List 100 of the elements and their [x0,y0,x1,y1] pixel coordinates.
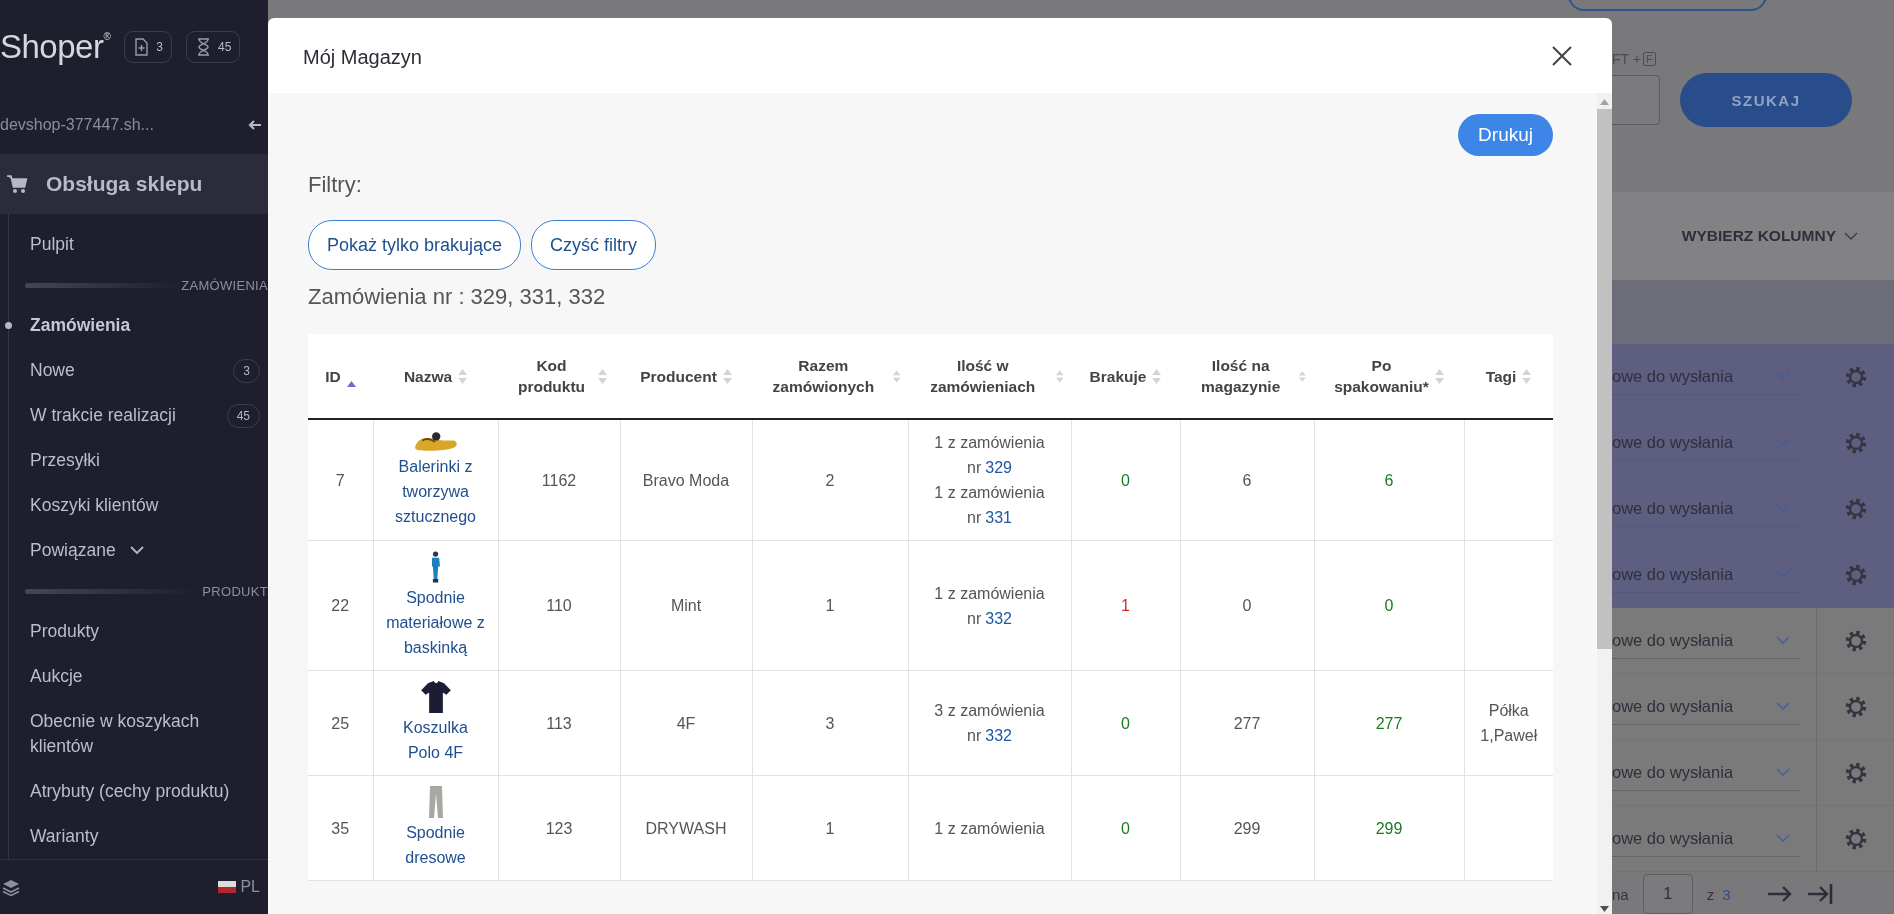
badge-count: 3 [156,40,163,55]
table-cell: Półka 1,Paweł [1464,670,1553,776]
order-quantity: 1 z zamówienia [933,483,1046,503]
menu-item[interactable]: Koszyki klientów [9,483,268,529]
table-cell: DRYWASH [620,775,752,881]
table-cell: 0 [1071,670,1180,776]
settings-icon[interactable] [1843,364,1868,389]
settings-icon[interactable] [1843,760,1868,785]
table-cell: 277 [1314,670,1464,776]
order-quantity: 1 z zamówienia [933,583,1046,604]
table-cell: 3 [752,670,908,776]
settings-icon[interactable] [1843,694,1868,719]
scrollbar-thumb[interactable] [1597,109,1612,649]
chevron-down-icon [1776,372,1790,381]
column-header[interactable]: ID [308,334,373,419]
counter-badge[interactable]: 3 [124,31,172,64]
settings-icon[interactable] [1843,496,1868,521]
chevron-down-icon [1776,438,1790,447]
order-link[interactable]: 331 [985,505,1012,530]
shop-address[interactable]: devshop-377447.sh... [0,115,154,134]
order-label: nr [967,508,982,528]
logo[interactable]: Shoper$^{®}$ [0,28,111,67]
menu-item[interactable]: Nowe 3 [9,348,268,394]
table-cell: 1 [1071,540,1180,671]
column-header[interactable]: Kod produktu [498,334,620,419]
order-label: nr [967,726,982,746]
settings-icon[interactable] [1843,562,1868,587]
table-cell: 299 [1314,775,1464,881]
badge-count: 45 [218,40,232,55]
filter-button[interactable]: Pokaż tylko brakujące [308,220,522,270]
print-button[interactable]: Drukuj [1458,114,1553,156]
column-header[interactable]: Brakuje [1071,334,1180,419]
table-cell: 4F [620,670,752,776]
chevron-down-icon [1844,232,1858,241]
orders-heading: Zamówienia nr : 329, 331, 332 [308,284,607,310]
table-cell: 25 [308,670,373,776]
table-cell: 123 [498,775,620,881]
settings-icon[interactable] [1843,430,1868,455]
hourglass-icon [195,38,212,57]
filters-label: Filtry: [308,172,363,198]
language-selector[interactable]: PL [218,878,260,897]
table-cell: 0 [1071,419,1180,541]
table-cell: 1 [752,540,908,671]
scroll-down-icon[interactable] [1600,906,1609,912]
menu-item[interactable]: Produkty [9,609,268,655]
menu-item[interactable]: Obecnie w koszykach klientów [9,699,268,770]
table-cell: Bravo Moda [620,419,752,541]
column-header[interactable]: Ilość w zamówieniach [908,334,1071,419]
search-field[interactable] [1612,75,1660,125]
menu-heading: PRODUKT [202,583,268,599]
close-icon[interactable] [1552,45,1572,66]
chevron-down-icon [1776,768,1790,777]
chevron-down-icon [1776,570,1790,579]
table-cell: 1162 [498,419,620,541]
table-cell: 6 [1180,419,1314,541]
product-thumbnail [414,431,457,452]
table-cell: 35 [308,775,373,881]
order-label: nr [967,458,982,478]
column-header[interactable]: Tagi [1464,334,1553,419]
scrollbar[interactable] [1597,93,1612,914]
dialog-title: Mój Magazyn [303,45,422,69]
menu-item[interactable]: Warianty [9,814,268,860]
pagination-label: na [1612,885,1629,903]
table-cell: 2 [752,419,908,541]
table-cell: 22 [308,540,373,671]
table-cell: 0 [1071,775,1180,881]
menu-item[interactable]: Aukcje [9,654,268,700]
scroll-up-icon[interactable] [1600,99,1609,105]
section-header[interactable]: Obsługa sklepu [0,154,268,215]
order-quantity: 1 z zamówienia [933,818,1046,839]
order-link[interactable]: 332 [985,605,1012,631]
settings-icon[interactable] [1843,826,1868,851]
column-header[interactable]: Po spakowaniu* [1314,334,1464,419]
menu-item[interactable]: W trakcie realizacji 45 [9,393,268,439]
filter-button[interactable]: Czyść filtry [531,220,657,270]
menu-item[interactable]: Pulpit [9,222,268,268]
column-header[interactable]: Producent [620,334,752,419]
column-header[interactable]: Razem zamówionych [752,334,908,419]
menu-item[interactable]: Powiązane [9,528,268,574]
menu-item[interactable]: Przesyłki [9,438,268,484]
column-header[interactable]: Nazwa [373,334,498,419]
menu-item[interactable]: Atrybuty (cechy produktu) [9,769,268,815]
table-cell: 110 [498,540,620,671]
layers-icon[interactable] [2,878,20,897]
table-cell: 0 [1314,540,1464,671]
document-plus-icon [133,38,151,57]
table-cell: 113 [498,670,620,776]
chevron-icon [129,546,144,556]
settings-icon[interactable] [1843,628,1868,653]
product-thumbnail [431,551,440,583]
collapse-arrow-icon[interactable] [248,117,262,132]
next-page-icon[interactable] [1766,885,1793,904]
order-link[interactable]: 329 [985,455,1012,480]
counter-badge[interactable]: 45 [186,31,241,64]
product-thumbnail [428,786,443,818]
column-header[interactable]: Ilość na magazynie [1180,334,1314,419]
last-page-icon[interactable] [1806,883,1833,906]
chevron-down-icon [1776,504,1790,513]
order-quantity: 3 z zamówienia [933,701,1046,721]
order-link[interactable]: 332 [985,723,1012,748]
